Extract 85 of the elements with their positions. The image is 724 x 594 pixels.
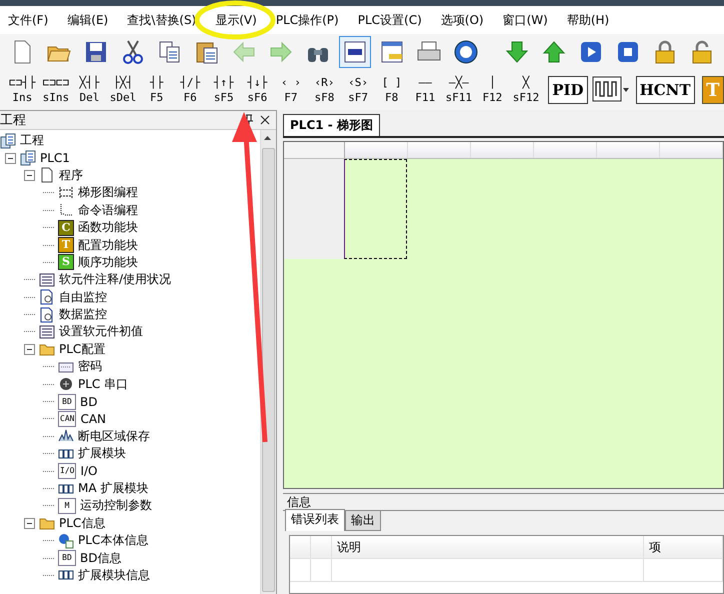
- ladder-tool-button[interactable]: ├╳┤ sDel: [106, 71, 140, 109]
- block-tool-button[interactable]: PID: [548, 76, 588, 104]
- tree-item[interactable]: 软元件注释/使用状况: [59, 271, 172, 288]
- block-icon: T: [58, 237, 74, 254]
- tree-item[interactable]: 密码: [78, 358, 102, 376]
- ladder-tool-button[interactable]: —╳— sF11: [442, 71, 476, 109]
- menu-item[interactable]: PLC设置(C): [358, 12, 432, 28]
- ladder-tool-button[interactable]: ‹S› sF7: [342, 71, 374, 109]
- tag-icon: CAN: [58, 410, 76, 427]
- tree-item[interactable]: PLC1: [40, 151, 70, 166]
- editor-tab[interactable]: PLC1 - 梯形图: [283, 114, 380, 136]
- ladder-tool-button[interactable]: ┤↑├ sF5: [207, 71, 240, 109]
- tree-item[interactable]: 程序: [59, 166, 83, 184]
- tree-item[interactable]: 断电区域保存: [78, 428, 150, 445]
- ladder-tool-button[interactable]: ┤↓├ sF6: [241, 71, 274, 109]
- tree-item[interactable]: PLC 串口: [78, 376, 128, 393]
- plc-icon: [20, 150, 36, 166]
- tag-icon: BD: [58, 394, 76, 410]
- menu-item[interactable]: 选项(O): [440, 12, 494, 28]
- monitor-icon: [39, 289, 55, 306]
- doc-icon: [39, 167, 55, 184]
- ladder-tool-button[interactable]: —— F11: [408, 71, 442, 109]
- menu-item[interactable]: 窗口(W): [502, 12, 558, 28]
- tree-item[interactable]: PLC本体信息: [78, 532, 148, 550]
- tree-item[interactable]: 扩展模块: [78, 445, 126, 462]
- ladder-tool-button[interactable]: ╳┤├ Del: [73, 71, 106, 109]
- pin-icon[interactable]: [244, 114, 254, 126]
- block-tool-button[interactable]: HCNT: [636, 76, 695, 104]
- tree-item[interactable]: 梯形图编程: [78, 184, 138, 202]
- block-icon: C: [58, 220, 74, 236]
- ladder-icon: [58, 184, 74, 201]
- tree-item[interactable]: 配置功能块: [78, 236, 138, 254]
- tree-item[interactable]: MA 扩展模块: [78, 480, 148, 497]
- ladder-icon[interactable]: [339, 36, 371, 68]
- panel-title: 工程: [0, 112, 27, 129]
- menu-item[interactable]: PLC操作(P): [276, 12, 349, 28]
- ladder-tool-button[interactable]: │ F12: [476, 71, 509, 109]
- port-icon: [58, 376, 74, 392]
- column-header: 说明: [332, 536, 644, 558]
- tree-item[interactable]: PLC配置: [59, 340, 106, 358]
- menu-item[interactable]: 帮助(H): [566, 12, 620, 28]
- menu-item[interactable]: 显示(V): [215, 12, 267, 28]
- ladder-tool-button[interactable]: ╳ sF12: [510, 71, 542, 109]
- expander-icon[interactable]: [5, 152, 16, 164]
- tree-item[interactable]: BD信息: [80, 550, 122, 567]
- ladder-tool-button[interactable]: [ ] F8: [375, 71, 408, 109]
- tree-item[interactable]: 设置软元件初值: [59, 323, 143, 340]
- tree-item[interactable]: 数据监控: [59, 306, 107, 324]
- tree-item[interactable]: 工程: [20, 132, 44, 150]
- expander-icon[interactable]: [24, 518, 35, 529]
- column-header: 项: [644, 536, 723, 558]
- tag-icon: M: [58, 498, 76, 514]
- ladder-tool-button[interactable]: ⊏⊐┤├ Ins: [6, 71, 39, 109]
- list-icon: [39, 272, 55, 288]
- tree-item[interactable]: BD: [80, 394, 98, 409]
- pulse-tool-button[interactable]: [592, 76, 630, 104]
- info-tab[interactable]: 错误列表: [285, 509, 345, 531]
- tree-item[interactable]: 顺序功能块: [78, 254, 138, 271]
- ladder-tool-button[interactable]: ‹ › F7: [274, 71, 308, 109]
- ladder-tool-button[interactable]: ┤├ F5: [140, 71, 173, 109]
- table-icon: [39, 324, 55, 340]
- tree-item[interactable]: I/O: [80, 464, 98, 478]
- menu-item[interactable]: 编辑(E): [67, 12, 118, 28]
- tree-item[interactable]: 自由监控: [59, 288, 107, 306]
- block-icon: S: [58, 254, 74, 270]
- tag-icon: I/O: [58, 463, 76, 480]
- info-tab[interactable]: 输出: [345, 510, 381, 531]
- tag-icon: BD: [58, 550, 76, 566]
- tree-item[interactable]: 运动控制参数: [80, 497, 152, 514]
- ladder-tool-button[interactable]: ┤/├ F6: [174, 71, 206, 109]
- ladder-tool-button[interactable]: ⊏⊐⊏⊐ sIns: [40, 71, 72, 109]
- menu-item[interactable]: 文件(F): [8, 12, 58, 28]
- close-icon[interactable]: [260, 115, 270, 125]
- tree-item[interactable]: 扩展模块信息: [78, 566, 150, 584]
- monitor-icon: [39, 306, 55, 323]
- expander-icon[interactable]: [24, 344, 35, 355]
- info-icon: [58, 532, 74, 549]
- ladder-tool-button[interactable]: ‹R› sF8: [308, 71, 341, 109]
- tree-item[interactable]: 命令语编程: [78, 202, 138, 219]
- tree-item[interactable]: 函数功能块: [78, 219, 138, 236]
- expander-icon[interactable]: [24, 170, 35, 181]
- tree-item[interactable]: PLC信息: [59, 514, 106, 532]
- menu-item[interactable]: 查找\替换(S): [127, 12, 206, 28]
- scrollbar[interactable]: [260, 130, 276, 594]
- tree-item[interactable]: CAN: [80, 412, 106, 426]
